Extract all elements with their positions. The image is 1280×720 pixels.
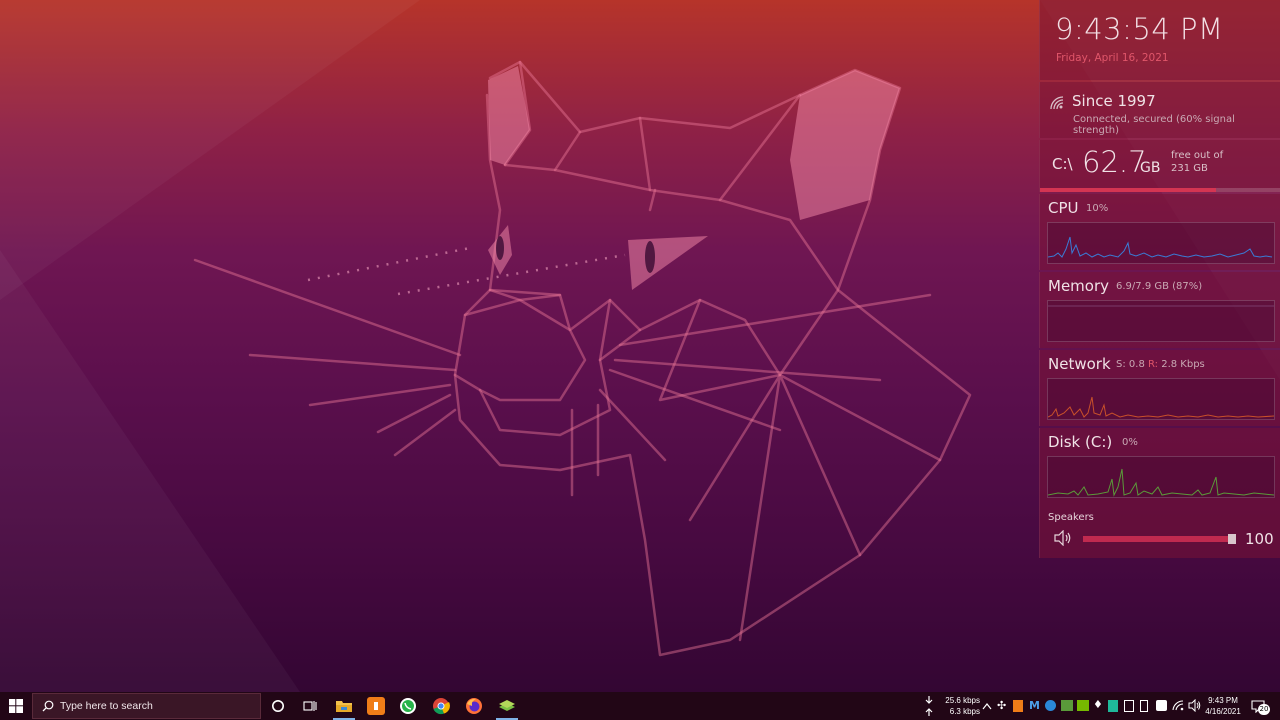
volume-slider-thumb[interactable]	[1228, 534, 1236, 544]
memory-title: Memory	[1048, 277, 1110, 295]
task-view-button[interactable]	[296, 692, 324, 720]
tray-wifi-icon[interactable]	[1172, 700, 1185, 711]
wifi-network-name: Since 1997	[1072, 92, 1156, 110]
tray-app-icon-9[interactable]	[1124, 700, 1134, 712]
tray-app-icon-11[interactable]	[1156, 700, 1167, 711]
nvidia-icon[interactable]	[1077, 700, 1089, 711]
disk-free-caption: free out of 231 GB	[1171, 150, 1224, 174]
windows-logo-icon	[9, 699, 23, 713]
clock-date: Friday, April 16, 2021	[1056, 52, 1169, 64]
volume-value: 100	[1245, 530, 1274, 548]
volume-device-label: Speakers	[1048, 512, 1094, 523]
tray-app-icon-2[interactable]	[1013, 700, 1023, 712]
wifi-icon	[1050, 96, 1064, 110]
tray-app-icon-5[interactable]	[1061, 700, 1073, 711]
tray-volume-icon[interactable]	[1188, 699, 1201, 712]
cpu-graph	[1047, 222, 1275, 264]
taskbar-clock[interactable]: 9:43 PM 4/16/2021	[1203, 695, 1243, 717]
disk-activity-value: 0%	[1122, 437, 1138, 448]
disk-free-value: 62.7	[1082, 145, 1147, 179]
cortana-button[interactable]	[264, 692, 292, 720]
file-explorer-icon[interactable]	[335, 697, 353, 715]
volume-widget: Speakers 100	[1039, 504, 1280, 558]
notification-count-badge: 20	[1258, 704, 1270, 715]
office-app-icon[interactable]	[367, 697, 385, 715]
clock-widget: 9:43:54 PM Friday, April 16, 2021	[1039, 0, 1280, 80]
network-value: S: 0.8 R: 2.8 Kbps	[1116, 359, 1205, 370]
security-shield-icon[interactable]	[1108, 700, 1118, 712]
start-button[interactable]	[0, 692, 32, 720]
whatsapp-icon[interactable]	[399, 697, 417, 715]
app-layers-icon[interactable]	[498, 697, 516, 715]
speaker-icon[interactable]	[1054, 530, 1072, 546]
clock-time: 9:43:54 PM	[1055, 12, 1224, 46]
memory-value: 6.9/7.9 GB (87%)	[1116, 281, 1203, 292]
network-speed-arrows-icon	[925, 696, 933, 716]
disk-usage-fill	[1040, 188, 1216, 192]
chrome-icon[interactable]	[432, 697, 450, 715]
disk-usage-bar	[1040, 188, 1280, 192]
search-placeholder: Type here to search	[60, 700, 153, 712]
search-icon	[42, 700, 54, 712]
disk-activity-title: Disk (C:)	[1048, 433, 1113, 451]
action-center-button[interactable]: 20	[1251, 698, 1270, 715]
volume-slider-track[interactable]	[1083, 536, 1233, 542]
tray-app-icon-7[interactable]: ♦	[1093, 698, 1103, 712]
chevron-up-icon[interactable]	[982, 702, 992, 710]
network-speed-meter: 25.6 kbps 6.3 kbps	[945, 696, 980, 716]
network-graph	[1047, 378, 1275, 420]
wifi-widget[interactable]: Since 1997 Connected, secured (60% signa…	[1039, 82, 1280, 138]
network-widget: Network S: 0.8 R: 2.8 Kbps	[1039, 350, 1280, 426]
cortana-icon	[272, 700, 284, 712]
disk-space-widget: C:\ 62.7 GB free out of 231 GB	[1039, 140, 1280, 192]
disk-activity-widget: Disk (C:) 0%	[1039, 428, 1280, 504]
wifi-status: Connected, secured (60% signal strength)	[1073, 114, 1235, 136]
memory-widget: Memory 6.9/7.9 GB (87%)	[1039, 272, 1280, 348]
cpu-title: CPU	[1048, 199, 1079, 217]
firefox-icon[interactable]	[465, 697, 483, 715]
drive-label: C:\	[1052, 155, 1073, 173]
disk-activity-graph	[1047, 456, 1275, 498]
taskbar-search-box[interactable]: Type here to search	[32, 693, 261, 719]
cpu-value: 10%	[1086, 203, 1109, 214]
memory-graph	[1047, 300, 1275, 342]
disk-free-unit: GB	[1140, 160, 1161, 176]
network-title: Network	[1048, 355, 1111, 373]
tray-app-icon-3[interactable]: M	[1029, 699, 1041, 713]
task-view-icon	[303, 701, 317, 711]
cpu-widget: CPU 10%	[1039, 194, 1280, 270]
taskbar: Type here to search 25.6 kbps6.3 kbps ✣	[0, 692, 1280, 720]
widgets-panel: 9:43:54 PM Friday, April 16, 2021 Since …	[1039, 0, 1280, 558]
tray-app-icon-1[interactable]: ✣	[997, 699, 1007, 713]
battery-icon[interactable]	[1140, 700, 1148, 712]
tray-app-icon-4[interactable]	[1045, 700, 1056, 711]
